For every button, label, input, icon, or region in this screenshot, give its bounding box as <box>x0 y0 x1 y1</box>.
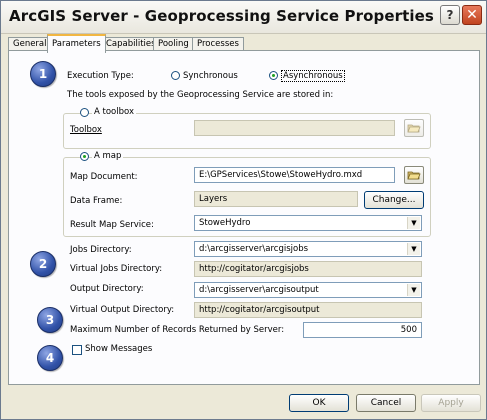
toolbox-label: Toolbox <box>70 125 102 135</box>
output-directory-value: d:\arcgisserver\arcgisoutput <box>199 285 319 295</box>
step-badge-3: 3 <box>37 307 63 333</box>
toolbox-radio-label[interactable]: A toolbox <box>92 107 136 117</box>
synchronous-label[interactable]: Synchronous <box>183 71 238 81</box>
toolbox-browse-button[interactable] <box>404 119 424 137</box>
data-frame-field: Layers <box>194 191 358 207</box>
virtual-output-directory-field: http://cogitator/arcgisoutput <box>194 302 422 318</box>
jobs-directory-value: d:\arcgisserver\arcgisjobs <box>199 244 309 254</box>
map-document-field[interactable]: E:\GPServices\Stowe\StoweHydro.mxd <box>194 167 395 183</box>
folder-open-icon <box>407 124 421 133</box>
folder-open-icon <box>407 171 421 180</box>
chevron-down-icon[interactable]: ▼ <box>407 284 420 296</box>
step-badge-1: 1 <box>30 61 56 87</box>
max-records-label: Maximum Number of Records Returned by Se… <box>70 325 285 335</box>
tools-stored-note: The tools exposed by the Geoprocessing S… <box>67 90 334 100</box>
virtual-output-directory-label: Virtual Output Directory: <box>70 305 175 315</box>
result-map-service-label: Result Map Service: <box>70 220 154 230</box>
map-document-label: Map Document: <box>70 172 138 182</box>
result-map-service-select[interactable]: StoweHydro ▼ <box>194 215 422 231</box>
help-button[interactable]: ? <box>440 5 460 25</box>
step-badge-2: 2 <box>30 251 56 277</box>
data-frame-label: Data Frame: <box>70 196 123 206</box>
chevron-down-icon[interactable]: ▼ <box>407 243 420 255</box>
virtual-jobs-directory-label: Virtual Jobs Directory: <box>70 264 163 274</box>
close-button[interactable]: ✕ <box>462 5 482 25</box>
map-radio[interactable] <box>80 152 89 161</box>
tab-parameters[interactable]: Parameters <box>47 34 106 53</box>
map-radio-label[interactable]: A map <box>92 151 124 161</box>
synchronous-radio[interactable] <box>171 71 180 80</box>
tab-capabilities[interactable]: Capabilities <box>101 37 161 51</box>
virtual-jobs-directory-field: http://cogitator/arcgisjobs <box>194 261 422 277</box>
chevron-down-icon[interactable]: ▼ <box>407 217 420 229</box>
result-map-service-value: StoweHydro <box>199 218 251 228</box>
map-document-browse-button[interactable] <box>404 166 424 184</box>
tab-pooling[interactable]: Pooling <box>153 37 194 51</box>
apply-button[interactable]: Apply <box>421 394 481 412</box>
toolbox-field[interactable] <box>194 120 395 136</box>
execution-type-label: Execution Type: <box>67 71 134 81</box>
show-messages-label[interactable]: Show Messages <box>85 344 152 354</box>
toolbox-radio[interactable] <box>80 108 89 117</box>
cancel-button[interactable]: Cancel <box>356 394 416 412</box>
jobs-directory-label: Jobs Directory: <box>70 245 132 255</box>
tab-processes[interactable]: Processes <box>192 37 244 51</box>
step-badge-4: 4 <box>37 345 63 371</box>
show-messages-checkbox[interactable] <box>72 345 82 355</box>
output-directory-label: Output Directory: <box>70 284 144 294</box>
output-directory-select[interactable]: d:\arcgisserver\arcgisoutput ▼ <box>194 282 422 298</box>
dialog-window: ArcGIS Server - Geoprocessing Service Pr… <box>0 0 487 420</box>
asynchronous-radio[interactable] <box>269 71 278 80</box>
jobs-directory-select[interactable]: d:\arcgisserver\arcgisjobs ▼ <box>194 241 422 257</box>
asynchronous-label[interactable]: Asynchronous <box>281 70 345 82</box>
tab-general[interactable]: General <box>8 37 52 51</box>
title-bar: ArcGIS Server - Geoprocessing Service Pr… <box>1 1 486 34</box>
window-title: ArcGIS Server - Geoprocessing Service Pr… <box>9 7 434 25</box>
change-button[interactable]: Change... <box>364 191 424 209</box>
max-records-field[interactable]: 500 <box>303 322 422 338</box>
ok-button[interactable]: OK <box>289 394 349 412</box>
